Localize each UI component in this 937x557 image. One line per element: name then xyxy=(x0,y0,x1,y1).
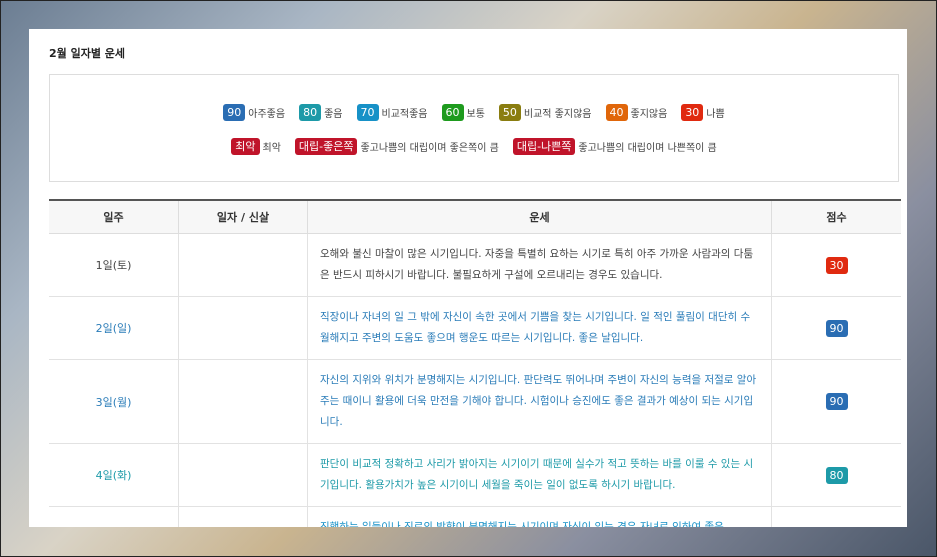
legend-item: 최악 최악 xyxy=(231,138,281,155)
legend-label: 비교적 좋지않음 xyxy=(523,109,592,120)
content-panel: 2월 일자별 운세 90 아주좋음 80 좋음 70 비교적좋음 60 보통 50 비교적 좋지않… xyxy=(29,29,907,527)
table-row: 3일(월) 자신의 지위와 위치가 분명해지는 시기입니다. 판단력도 뛰어나며 … xyxy=(49,359,901,444)
legend-label: 최악 xyxy=(262,143,281,154)
table-row: 1일(토) 오해와 불신 마찰이 많은 시기입니다. 자중을 특별히 요하는 시기… xyxy=(49,233,901,297)
legend-badge: 대립-나쁜쪽 xyxy=(512,138,576,155)
table-row: 2일(일) 직장이나 자녀의 일 그 밖에 자신이 속한 곳에서 기쁨을 찾는 시… xyxy=(49,296,901,360)
table-header-row: 일주 일자 / 신살 운세 점수 xyxy=(49,199,901,234)
legend-item: 40 좋지않음 xyxy=(605,104,668,121)
legend-badge: 50 xyxy=(498,104,521,121)
legend-item: 70 비교적좋음 xyxy=(356,104,428,121)
fortune-cell: 오해와 불신 마찰이 많은 시기입니다. 자중을 특별히 요하는 시기로 특히 … xyxy=(307,233,772,297)
legend-label: 좋지않음 xyxy=(630,109,668,120)
legend-item: 30 나쁨 xyxy=(681,104,725,121)
legend-item: 대립-나쁜쪽 좋고나쁨의 대립이며 나쁜쪽이 큼 xyxy=(512,138,717,155)
date-note-cell xyxy=(178,233,308,297)
legend-badge: 90 xyxy=(223,104,246,121)
date-note-cell xyxy=(178,443,308,507)
score-cell: 30 xyxy=(771,233,901,297)
legend-label: 좋고나쁨의 대립이며 좋은쪽이 큼 xyxy=(360,143,499,154)
legend-badge: 대립-좋은쪽 xyxy=(294,138,358,155)
header-fortune: 운세 xyxy=(307,199,772,234)
legend-badge: 최악 xyxy=(231,138,260,155)
legend-label: 아주좋음 xyxy=(248,109,286,120)
table-row: 진행하는 일들이나 진로의 방향이 분명해지는 시기이며 자신이 있는 경우 자… xyxy=(49,506,901,527)
legend-label: 비교적좋음 xyxy=(381,109,428,120)
score-cell: 80 xyxy=(771,443,901,507)
legend-row-special: 최악 최악 대립-좋은쪽 좋고나쁨의 대립이며 좋은쪽이 큼 대립-나쁜쪽 좋고나쁨의 대… xyxy=(50,138,898,155)
legend-item: 50 비교적 좋지않음 xyxy=(498,104,592,121)
legend-item: 90 아주좋음 xyxy=(223,104,285,121)
score-cell: 90 xyxy=(771,359,901,444)
score-badge: 90 xyxy=(825,319,848,337)
date-note-cell xyxy=(178,506,308,527)
score-badge: 30 xyxy=(825,256,848,274)
day-cell: 4일(화) xyxy=(49,443,179,507)
legend-label: 나쁨 xyxy=(706,109,725,120)
legend-item: 80 좋음 xyxy=(299,104,343,121)
legend-item: 대립-좋은쪽 좋고나쁨의 대립이며 좋은쪽이 큼 xyxy=(294,138,499,155)
score-cell: 90 xyxy=(771,296,901,360)
date-note-cell xyxy=(178,296,308,360)
score-cell xyxy=(771,506,901,527)
legend-badge: 40 xyxy=(605,104,628,121)
day-cell: 3일(월) xyxy=(49,359,179,444)
header-day: 일주 xyxy=(49,199,179,234)
score-badge: 90 xyxy=(825,393,848,410)
legend-label: 좋고나쁨의 대립이며 나쁜쪽이 큼 xyxy=(578,143,717,154)
legend-item: 60 보통 xyxy=(441,104,485,121)
day-cell xyxy=(49,506,179,527)
legend-label: 보통 xyxy=(466,109,485,120)
score-legend: 90 아주좋음 80 좋음 70 비교적좋음 60 보통 50 비교적 좋지않음 40 좋지않음 30 나… xyxy=(49,74,899,182)
legend-badge: 30 xyxy=(681,104,704,121)
legend-badge: 60 xyxy=(441,104,464,121)
fortune-cell: 자신의 지위와 위치가 분명해지는 시기입니다. 판단력도 뛰어나며 주변이 자… xyxy=(307,359,772,444)
table-row: 4일(화) 판단이 비교적 정확하고 사리가 밝아지는 시기이기 때문에 실수가 … xyxy=(49,443,901,507)
date-note-cell xyxy=(178,359,308,444)
fortune-cell: 판단이 비교적 정확하고 사리가 밝아지는 시기이기 때문에 실수가 적고 뜻하… xyxy=(307,443,772,507)
page-title: 2월 일자별 운세 xyxy=(49,47,126,60)
daily-fortune-table: 일주 일자 / 신살 운세 점수 1일(토) 오해와 불신 마찰이 많은 시기입니… xyxy=(49,199,901,527)
fortune-cell: 진행하는 일들이나 진로의 방향이 분명해지는 시기이며 자신이 있는 경우 자… xyxy=(307,506,772,527)
day-cell: 2일(일) xyxy=(49,296,179,360)
legend-badge: 80 xyxy=(299,104,322,121)
header-date-note: 일자 / 신살 xyxy=(178,199,308,234)
fortune-cell: 직장이나 자녀의 일 그 밖에 자신이 속한 곳에서 기쁨을 찾는 시기입니다.… xyxy=(307,296,772,360)
score-badge: 80 xyxy=(825,466,848,484)
header-score: 점수 xyxy=(771,199,901,234)
legend-badge: 70 xyxy=(356,104,379,121)
legend-row-scores: 90 아주좋음 80 좋음 70 비교적좋음 60 보통 50 비교적 좋지않음 40 좋지않음 30 나… xyxy=(50,104,898,121)
day-cell: 1일(토) xyxy=(49,233,179,297)
legend-label: 좋음 xyxy=(324,109,343,120)
